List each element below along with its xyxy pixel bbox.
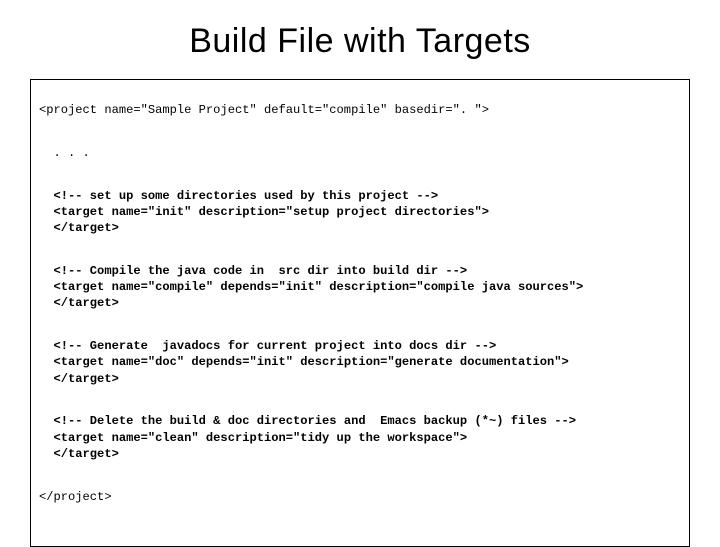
code-doc-close: </target> <box>39 372 119 386</box>
code-init-close: </target> <box>39 221 119 235</box>
code-compile-comment: <!-- Compile the java code in src dir in… <box>39 264 467 278</box>
code-compile-close: </target> <box>39 296 119 310</box>
code-init-comment: <!-- set up some directories used by thi… <box>39 189 438 203</box>
code-box: <project name="Sample Project" default="… <box>30 79 690 547</box>
code-doc-comment: <!-- Generate javadocs for current proje… <box>39 339 496 353</box>
code-init-open: <target name="init" description="setup p… <box>39 205 489 219</box>
slide-title: Build File with Targets <box>30 22 690 61</box>
code-clean-open: <target name="clean" description="tidy u… <box>39 431 467 445</box>
code-project-open: <project name="Sample Project" default="… <box>39 103 489 117</box>
code-project-close: </project> <box>39 490 112 504</box>
code-compile-open: <target name="compile" depends="init" de… <box>39 280 583 294</box>
code-ellipsis: . . . <box>39 146 90 160</box>
code-clean-close: </target> <box>39 447 119 461</box>
slide: Build File with Targets <project name="S… <box>0 0 720 540</box>
code-clean-comment: <!-- Delete the build & doc directories … <box>39 414 576 428</box>
code-doc-open: <target name="doc" depends="init" descri… <box>39 355 569 369</box>
